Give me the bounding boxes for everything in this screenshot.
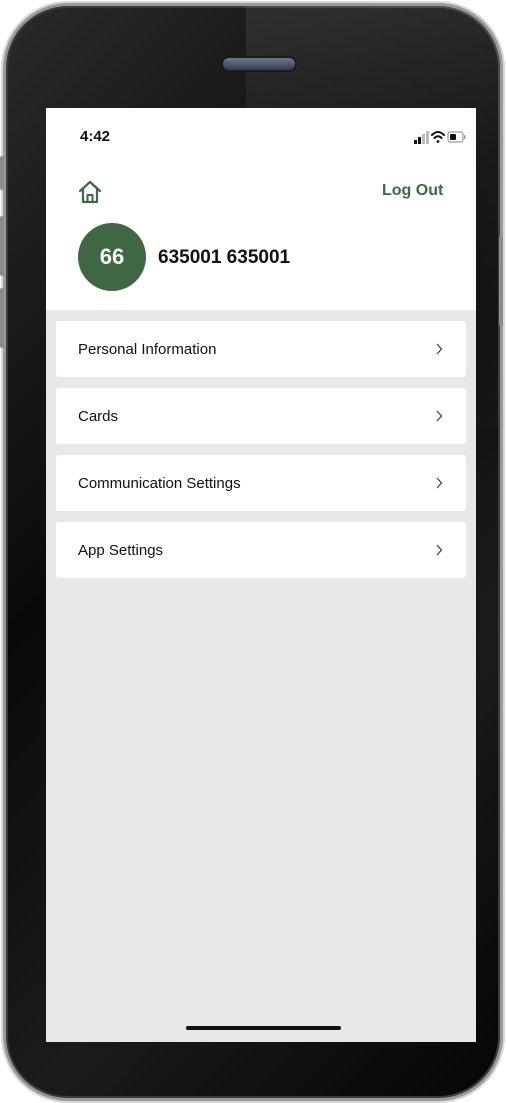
status-icons: [414, 131, 466, 144]
menu-item-communication-settings[interactable]: Communication Settings: [56, 455, 466, 511]
status-time: 4:42: [80, 128, 111, 145]
menu-item-personal-information[interactable]: Personal Information: [56, 321, 466, 377]
app-screen: 4:42 Log Out 66 635001 635001 Personal I…: [46, 108, 476, 1042]
chevron-right-icon: [436, 477, 443, 489]
signal-icon: [414, 131, 429, 144]
menu-item-label: Personal Information: [78, 341, 217, 358]
earpiece-speaker: [223, 58, 295, 70]
avatar: 66: [78, 223, 146, 291]
menu-item-cards[interactable]: Cards: [56, 388, 466, 444]
settings-menu: Personal Information Cards Communication…: [56, 321, 466, 589]
home-icon[interactable]: [76, 178, 104, 206]
menu-item-label: Communication Settings: [78, 475, 241, 492]
menu-item-label: App Settings: [78, 542, 164, 559]
chevron-right-icon: [436, 410, 443, 422]
volume-down-button: [0, 288, 4, 348]
profile-header: 4:42 Log Out 66 635001 635001: [46, 108, 476, 310]
volume-up-button: [0, 216, 4, 276]
avatar-initials: 66: [99, 244, 125, 269]
menu-item-label: Cards: [78, 408, 119, 425]
user-name: 635001 635001: [158, 247, 291, 268]
logout-button[interactable]: Log Out: [382, 182, 443, 200]
silent-switch: [0, 156, 4, 190]
wifi-icon: [431, 131, 445, 143]
chevron-right-icon: [436, 343, 443, 355]
home-indicator[interactable]: [186, 1026, 341, 1030]
power-button: [499, 236, 503, 326]
chevron-right-icon: [436, 544, 443, 556]
battery-icon: [447, 131, 466, 143]
menu-item-app-settings[interactable]: App Settings: [56, 522, 466, 578]
